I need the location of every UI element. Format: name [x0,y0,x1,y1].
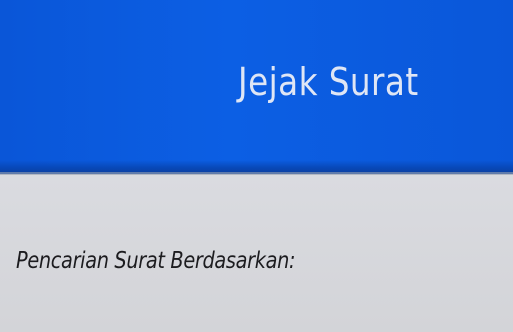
search-criteria-label: Pencarian Surat Berdasarkan: [16,248,296,274]
page-title: Jejak Surat [238,60,419,104]
app-screen: Jejak Surat Pencarian Surat Berdasarkan: [0,0,513,332]
header-bar: Jejak Surat [0,0,513,170]
main-content: Pencarian Surat Berdasarkan: [0,175,513,332]
